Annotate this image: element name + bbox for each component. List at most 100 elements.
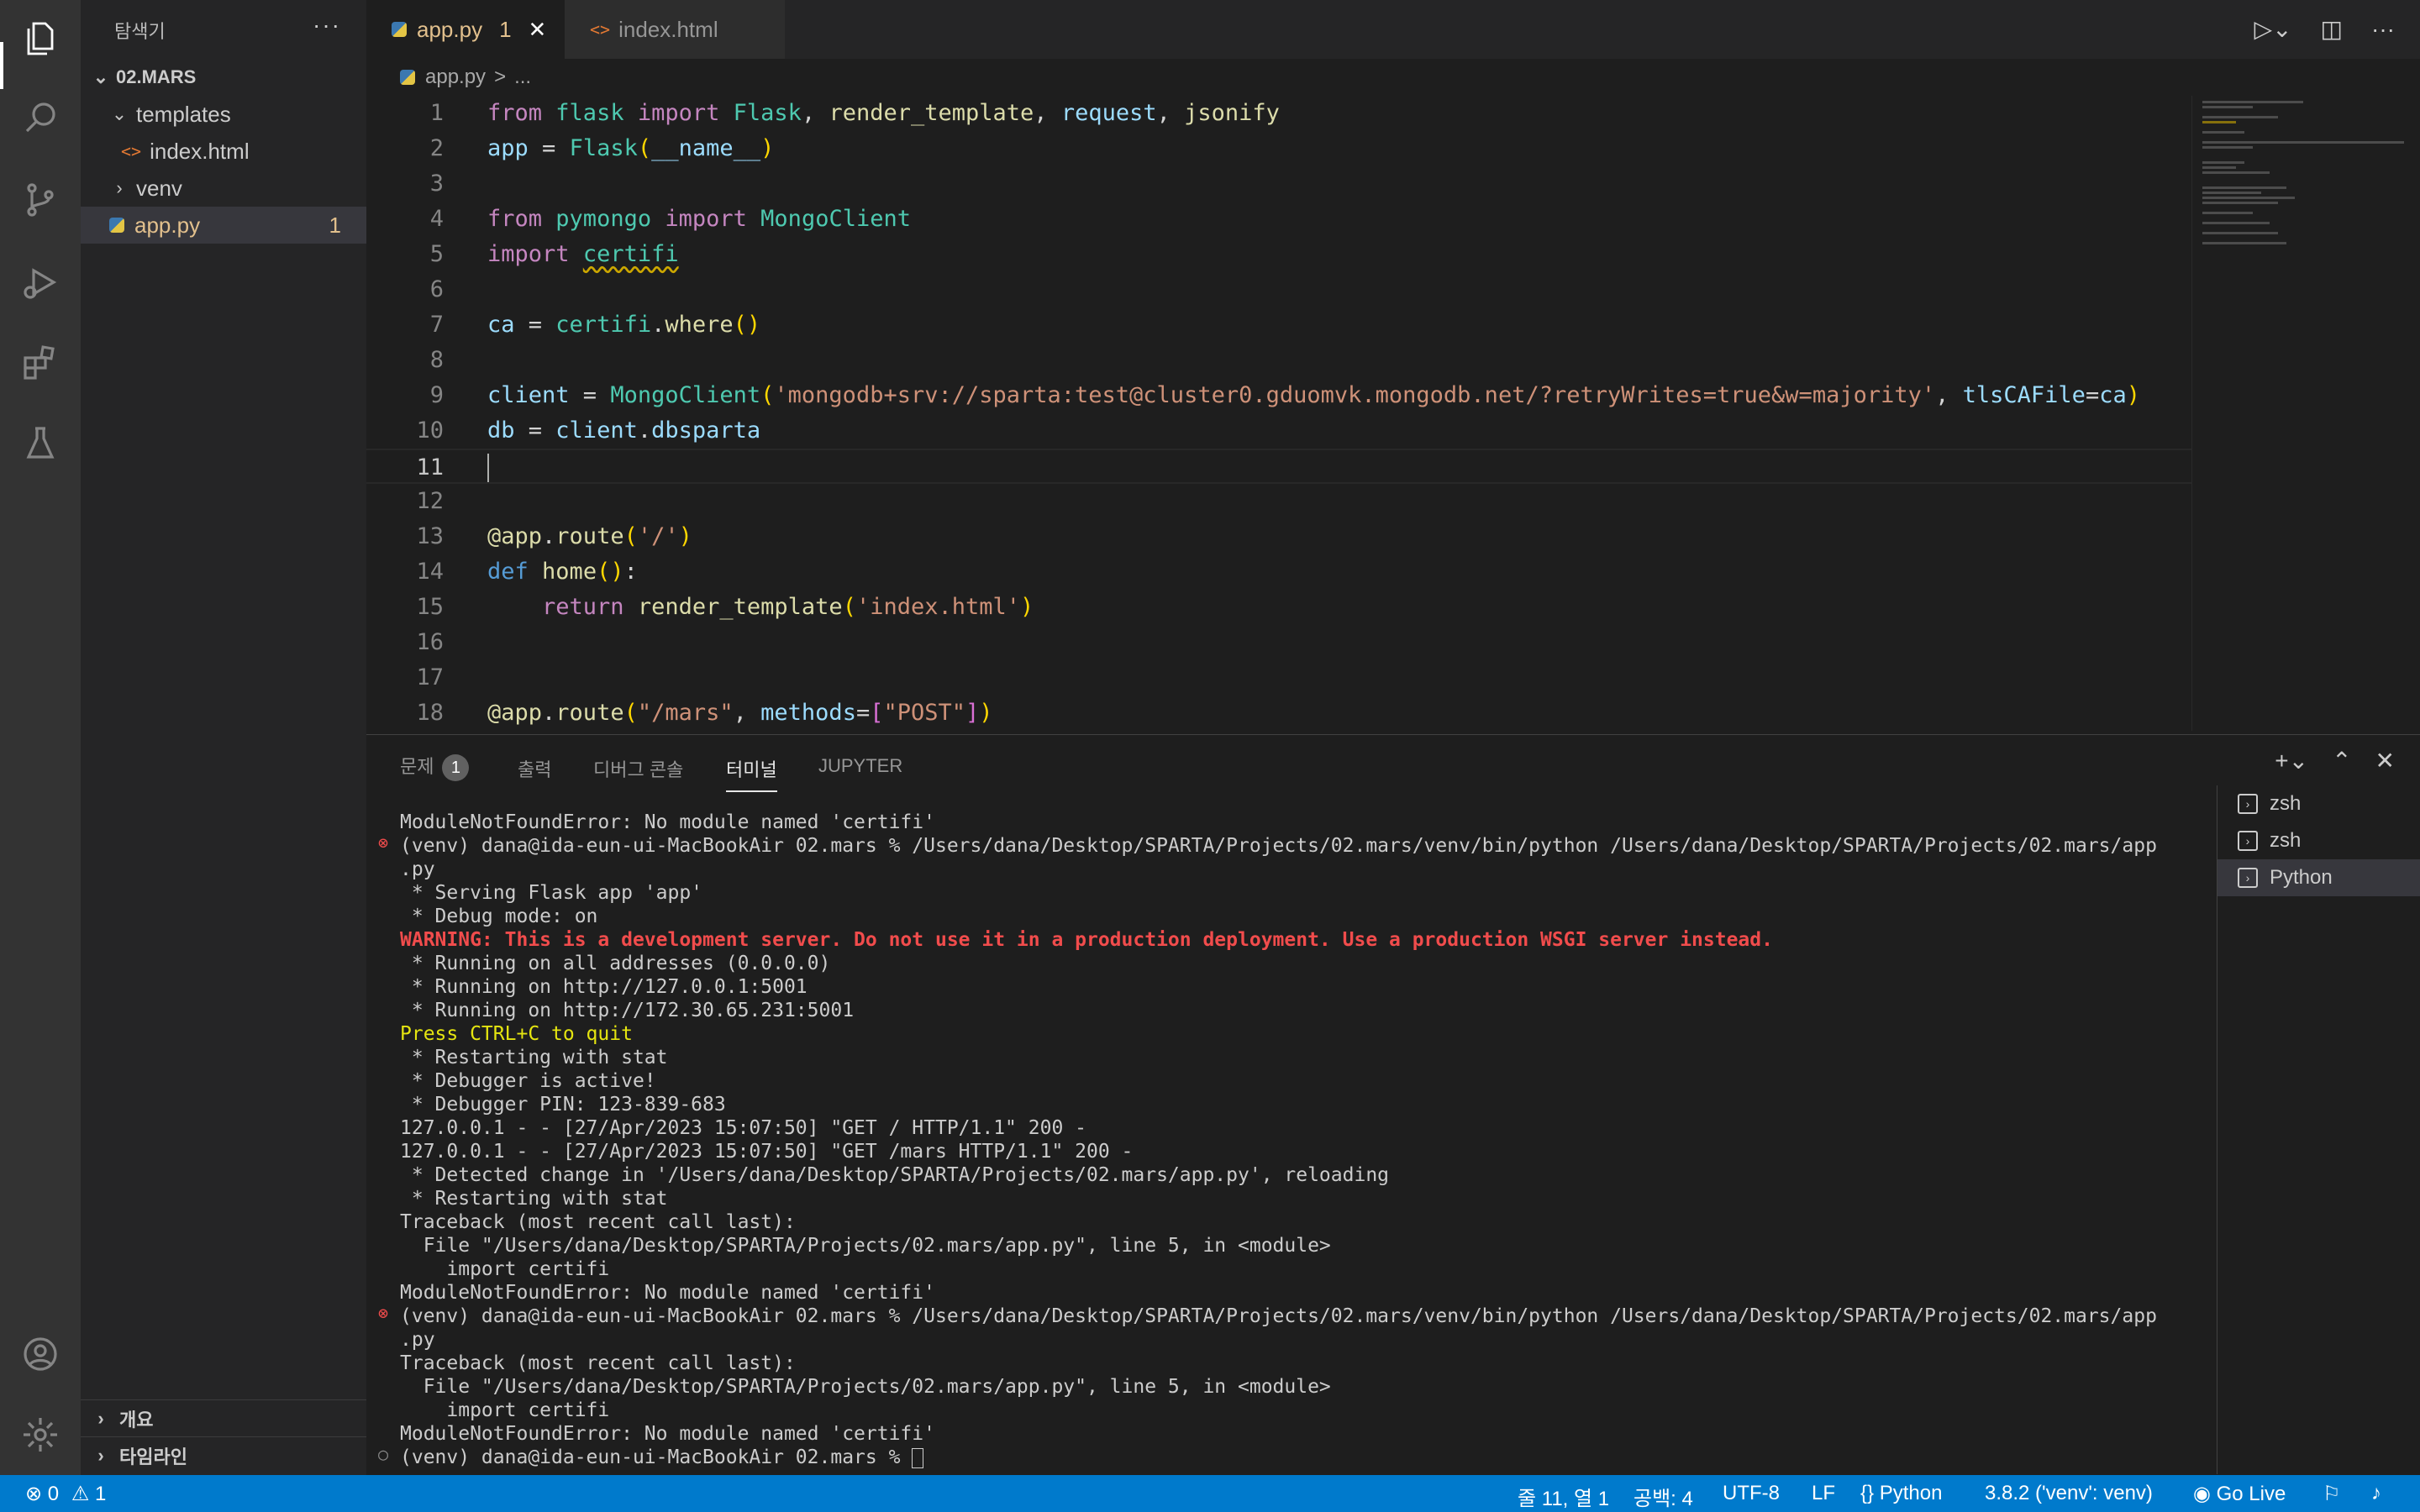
tab-output[interactable]: 출력 — [518, 755, 551, 782]
terminal-line: * Running on all addresses (0.0.0.0) — [400, 953, 831, 974]
tree-item-app-py[interactable]: app.py 1 — [81, 207, 366, 244]
tree-item-label: venv — [136, 175, 182, 201]
tab-jupyter[interactable]: JUPYTER — [818, 755, 902, 777]
activity-bar — [0, 0, 81, 1475]
terminal-line: 127.0.0.1 - - [27/Apr/2023 15:07:50] "GE… — [400, 1141, 1134, 1163]
terminal-item-zsh[interactable]: › zsh — [2217, 822, 2420, 859]
maximize-panel-icon[interactable]: ⌃ — [2332, 747, 2351, 774]
code-line: 18 @app.route("/mars", methods=["POST"]) — [416, 700, 993, 726]
extensions-icon[interactable] — [17, 339, 64, 386]
tree-item-index-html[interactable]: <> index.html — [81, 133, 366, 170]
more-actions-icon[interactable]: ··· — [313, 12, 341, 39]
chevron-down-icon: ⌄ — [92, 66, 109, 87]
problems-status[interactable]: ⊗ 0 ⚠ 1 — [25, 1482, 106, 1506]
terminal-line: * Restarting with stat — [400, 1047, 668, 1068]
search-icon[interactable] — [17, 94, 64, 141]
breadcrumb-file[interactable]: app.py — [425, 66, 486, 89]
source-control-icon[interactable] — [17, 176, 64, 223]
problem-count: 1 — [329, 212, 341, 238]
active-indicator — [0, 42, 3, 89]
notifications-bell-icon[interactable]: ♪ — [2371, 1482, 2381, 1505]
tab-debug-console[interactable]: 디버그 콘솔 — [593, 755, 683, 782]
code-line: 6 — [429, 276, 444, 302]
settings-gear-icon[interactable] — [17, 1411, 64, 1458]
close-panel-icon[interactable]: ✕ — [2375, 747, 2395, 774]
terminal-line: * Detected change in '/Users/dana/Deskto… — [400, 1164, 1390, 1186]
terminal-line: import certifi — [400, 1258, 610, 1280]
close-icon[interactable]: ✕ — [529, 17, 547, 43]
minimap[interactable] — [2191, 96, 2420, 731]
timeline-section[interactable]: › 타임라인 — [81, 1436, 366, 1473]
timeline-label: 타임라인 — [119, 1446, 187, 1467]
code-line: 10 db = client.dbsparta — [416, 417, 761, 444]
chevron-right-icon: › — [97, 1407, 104, 1429]
terminal-line: * Debugger PIN: 123-839-683 — [400, 1094, 726, 1116]
chevron-right-icon: › — [116, 177, 123, 198]
terminal-line: Traceback (most recent call last): — [400, 1352, 796, 1374]
feedback-icon[interactable]: ⚐ — [2323, 1482, 2341, 1506]
terminal-line: * Serving Flask app 'app' — [400, 882, 703, 904]
cursor-position[interactable]: 줄 11, 열 1 — [1518, 1482, 1609, 1511]
more-actions-icon[interactable]: ··· — [2371, 16, 2395, 43]
new-terminal-icon[interactable]: +⌄ — [2275, 747, 2308, 774]
python-file-icon — [392, 22, 407, 37]
breadcrumb-symbol[interactable]: ... — [514, 66, 531, 89]
encoding[interactable]: UTF-8 — [1723, 1482, 1780, 1505]
terminal-prompt-line: (venv) dana@ida-eun-ui-MacBookAir 02.mar… — [400, 1446, 924, 1469]
terminal-cursor — [912, 1447, 924, 1468]
tab-problems[interactable]: 문제 1 — [400, 752, 470, 781]
run-play-icon[interactable]: ▷⌄ — [2254, 15, 2292, 43]
terminal-line: .py — [400, 1329, 435, 1351]
python-file-icon — [109, 218, 124, 233]
go-live-button[interactable]: ◉ Go Live — [2193, 1482, 2286, 1506]
breadcrumb-separator: > — [494, 66, 507, 88]
code-line: 8 — [429, 347, 444, 373]
text-cursor — [487, 454, 489, 482]
split-editor-icon[interactable]: ◫ — [2321, 15, 2343, 43]
code-editor[interactable]: 1 from flask import Flask, render_templat… — [366, 96, 2191, 731]
python-interpreter[interactable]: 3.8.2 ('venv': venv) — [1985, 1482, 2153, 1505]
terminal-output[interactable]: ModuleNotFoundError: No module named 'ce… — [366, 811, 2215, 1474]
editor-actions: ▷⌄ ◫ ··· — [2254, 15, 2395, 43]
terminal-line: ModuleNotFoundError: No module named 'ce… — [400, 1282, 935, 1304]
outline-label: 개요 — [119, 1409, 154, 1431]
prompt-circle-icon: ○ — [378, 1444, 389, 1464]
status-bar: ⊗ 0 ⚠ 1 줄 11, 열 1 공백: 4 UTF-8 LF {} Pyth… — [0, 1475, 2420, 1512]
language-mode[interactable]: {} Python — [1860, 1482, 1942, 1505]
run-debug-icon[interactable] — [17, 259, 64, 306]
code-line: 15 return render_template('index.html') — [416, 594, 1034, 620]
code-line: 12 — [416, 488, 444, 514]
terminal-icon: › — [2238, 831, 2258, 851]
tab-app-py[interactable]: app.py 1 ✕ — [366, 0, 565, 59]
html-file-icon: <> — [121, 141, 142, 161]
breadcrumb: app.py > ... — [366, 59, 2420, 96]
terminal-line: * Restarting with stat — [400, 1188, 668, 1210]
terminal-line: import certifi — [400, 1399, 610, 1421]
tree-item-label: index.html — [150, 138, 250, 164]
testing-icon[interactable] — [17, 420, 64, 467]
panel-actions: +⌄ ⌃ ✕ — [2275, 747, 2395, 774]
tree-item-templates[interactable]: ⌄ templates — [81, 96, 366, 133]
chevron-down-icon: ⌄ — [111, 103, 128, 124]
editor-tab-bar: app.py 1 ✕ <> index.html ▷⌄ ◫ ··· — [366, 0, 2420, 59]
end-of-line[interactable]: LF — [1812, 1482, 1835, 1505]
warning-icon: ⚠ — [71, 1483, 90, 1505]
terminal-line: 127.0.0.1 - - [27/Apr/2023 15:07:50] "GE… — [400, 1117, 1086, 1139]
tree-item-venv[interactable]: › venv — [81, 170, 366, 207]
code-line: 17 — [416, 664, 444, 690]
terminal-item-python[interactable]: › Python — [2217, 859, 2420, 896]
explorer-icon[interactable] — [17, 15, 64, 62]
folder-02mars[interactable]: ⌄ 02.MARS — [81, 59, 366, 96]
terminal-item-zsh[interactable]: › zsh — [2217, 785, 2420, 822]
code-line: 5 import certifi — [429, 241, 679, 267]
account-icon[interactable] — [17, 1331, 64, 1378]
tab-index-html[interactable]: <> index.html — [565, 0, 785, 59]
tab-terminal[interactable]: 터미널 — [726, 755, 777, 792]
code-line: 1 from flask import Flask, render_templat… — [429, 100, 1280, 126]
outline-section[interactable]: › 개요 — [81, 1399, 366, 1436]
terminal-line: * Debugger is active! — [400, 1070, 656, 1092]
code-line: 7 ca = certifi.where() — [429, 312, 761, 338]
current-code-line: 11 — [366, 449, 2191, 484]
indentation[interactable]: 공백: 4 — [1634, 1482, 1693, 1511]
terminal-line: (venv) dana@ida-eun-ui-MacBookAir 02.mar… — [400, 1305, 2157, 1327]
